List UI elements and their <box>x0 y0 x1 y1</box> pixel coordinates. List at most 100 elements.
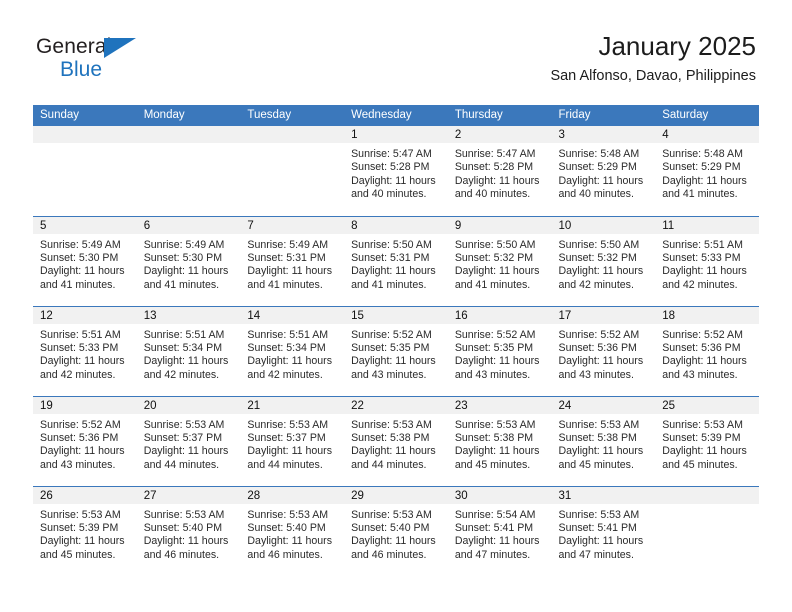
day-cell-14[interactable]: 14 Sunrise: 5:51 AM Sunset: 5:34 PM Dayligh… <box>240 305 345 396</box>
day-cell-30[interactable]: 30 Sunrise: 5:54 AM Sunset: 5:41 PM Dayligh… <box>447 485 552 576</box>
day-details: Sunrise: 5:50 AM Sunset: 5:32 PM Daylight:… <box>448 234 552 293</box>
day-cell-8[interactable]: 8 Sunrise: 5:50 AM Sunset: 5:31 PM Daylight… <box>344 215 448 306</box>
day-number <box>240 126 345 143</box>
calendar-grid: Sunday Monday Tuesday Wednesday Thursday Frid… <box>33 105 759 576</box>
sunrise-time: Sunrise: 5:53 AM <box>662 418 743 431</box>
day-cell-13[interactable]: 13 Sunrise: 5:51 AM Sunset: 5:34 PM Dayligh… <box>136 305 241 396</box>
daylight-duration-line2: and 45 minutes. <box>454 458 531 471</box>
daylight-duration-line2: and 42 minutes. <box>558 278 634 291</box>
sunset-time: Sunset: 5:30 PM <box>40 251 119 264</box>
day-cell-16[interactable]: 16 Sunrise: 5:52 AM Sunset: 5:35 PM Dayligh… <box>447 305 552 396</box>
day-cell-12[interactable]: 12 Sunrise: 5:51 AM Sunset: 5:33 PM Dayligh… <box>33 305 137 396</box>
sunrise-time: Sunrise: 5:53 AM <box>247 508 329 521</box>
daylight-duration-line2: and 44 minutes. <box>143 458 220 471</box>
daylight-duration-line2: and 42 minutes. <box>662 278 738 291</box>
calendar-week-row: 12 Sunrise: 5:51 AM Sunset: 5:33 PM Dayligh… <box>33 305 759 396</box>
daylight-duration-line2: and 40 minutes. <box>558 188 634 201</box>
day-cell-27[interactable]: 27 Sunrise: 5:53 AM Sunset: 5:40 PM Dayligh… <box>136 485 241 576</box>
day-details: Sunrise: 5:50 AM Sunset: 5:32 PM Daylight:… <box>552 234 656 293</box>
day-cell-4[interactable]: 4 Sunrise: 5:48 AM Sunset: 5:29 PM Daylight… <box>655 126 759 216</box>
daylight-duration-line1: Daylight: 11 hours <box>558 265 644 278</box>
day-number: 22 <box>344 396 448 414</box>
daylight-duration-line2: and 43 minutes. <box>351 368 427 381</box>
sunset-time: Sunset: 5:31 PM <box>247 251 326 264</box>
day-cell-25[interactable]: 25 Sunrise: 5:53 AM Sunset: 5:39 PM Dayligh… <box>655 395 759 486</box>
day-cell-7[interactable]: 7 Sunrise: 5:49 AM Sunset: 5:31 PM Daylight… <box>240 215 345 306</box>
day-details: Sunrise: 5:50 AM Sunset: 5:31 PM Daylight:… <box>344 234 448 293</box>
brand-logo[interactable]: General Blue <box>36 36 166 82</box>
daylight-duration-line2: and 41 minutes. <box>143 278 220 291</box>
calendar-week-row: 5 Sunrise: 5:49 AM Sunset: 5:30 PM Daylight… <box>33 215 759 306</box>
sunset-time: Sunset: 5:29 PM <box>558 161 637 174</box>
day-cell-15[interactable]: 15 Sunrise: 5:52 AM Sunset: 5:35 PM Dayligh… <box>344 305 448 396</box>
sunrise-time: Sunrise: 5:53 AM <box>351 418 432 431</box>
day-number: 15 <box>344 306 448 324</box>
day-details: Sunrise: 5:51 AM Sunset: 5:33 PM Daylight:… <box>33 324 137 383</box>
day-cell-23[interactable]: 23 Sunrise: 5:53 AM Sunset: 5:38 PM Dayligh… <box>447 395 552 486</box>
day-cell-10[interactable]: 10 Sunrise: 5:50 AM Sunset: 5:32 PM Dayligh… <box>551 215 656 306</box>
daylight-duration-line2: and 46 minutes. <box>143 548 220 561</box>
sunrise-time: Sunrise: 5:53 AM <box>558 508 640 521</box>
brand-logo-line1: General <box>36 36 166 58</box>
day-cell-1[interactable]: 1 Sunrise: 5:47 AM Sunset: 5:28 PM Daylight… <box>344 126 448 216</box>
day-cell-5[interactable]: 5 Sunrise: 5:49 AM Sunset: 5:30 PM Daylight… <box>33 215 137 306</box>
day-number: 27 <box>136 486 241 504</box>
daylight-duration-line1: Daylight: 11 hours <box>40 445 125 458</box>
sunrise-time: Sunrise: 5:52 AM <box>40 418 121 431</box>
day-number: 18 <box>655 306 759 324</box>
day-number: 6 <box>136 216 241 234</box>
day-cell-2[interactable]: 2 Sunrise: 5:47 AM Sunset: 5:28 PM Daylight… <box>447 126 552 216</box>
day-cell-21[interactable]: 21 Sunrise: 5:53 AM Sunset: 5:37 PM Dayligh… <box>240 395 345 486</box>
sunset-time: Sunset: 5:33 PM <box>662 251 741 264</box>
sunset-time: Sunset: 5:36 PM <box>40 431 119 444</box>
daylight-duration-line1: Daylight: 11 hours <box>247 265 333 278</box>
sunset-time: Sunset: 5:41 PM <box>558 521 637 534</box>
day-details: Sunrise: 5:48 AM Sunset: 5:29 PM Daylight:… <box>552 143 656 202</box>
day-number: 14 <box>240 306 345 324</box>
sunset-time: Sunset: 5:40 PM <box>247 521 326 534</box>
daylight-duration-line2: and 43 minutes. <box>662 368 738 381</box>
daylight-duration-line1: Daylight: 11 hours <box>143 355 229 368</box>
day-cell-11[interactable]: 11 Sunrise: 5:51 AM Sunset: 5:33 PM Dayligh… <box>655 215 759 306</box>
sunrise-time: Sunrise: 5:50 AM <box>454 238 536 251</box>
day-cell-31[interactable]: 31 Sunrise: 5:53 AM Sunset: 5:41 PM Dayligh… <box>551 485 656 576</box>
daylight-duration-line1: Daylight: 11 hours <box>247 445 333 458</box>
daylight-duration-line1: Daylight: 11 hours <box>40 355 125 368</box>
daylight-duration-line1: Daylight: 11 hours <box>143 265 229 278</box>
daylight-duration-line2: and 41 minutes. <box>454 278 531 291</box>
daylight-duration-line1: Daylight: 11 hours <box>662 265 747 278</box>
sunset-time: Sunset: 5:40 PM <box>143 521 223 534</box>
day-cell-26[interactable]: 26 Sunrise: 5:53 AM Sunset: 5:39 PM Dayligh… <box>33 485 137 576</box>
sunset-time: Sunset: 5:35 PM <box>351 341 430 354</box>
day-number <box>655 486 759 504</box>
day-cell-20[interactable]: 20 Sunrise: 5:53 AM Sunset: 5:37 PM Dayligh… <box>136 395 241 486</box>
day-details: Sunrise: 5:53 AM Sunset: 5:38 PM Daylight:… <box>344 414 448 473</box>
day-cell-28[interactable]: 28 Sunrise: 5:53 AM Sunset: 5:40 PM Dayligh… <box>240 485 345 576</box>
daylight-duration-line2: and 42 minutes. <box>40 368 116 381</box>
day-cell-3[interactable]: 3 Sunrise: 5:48 AM Sunset: 5:29 PM Daylight… <box>551 126 656 216</box>
day-number: 21 <box>240 396 345 414</box>
day-number: 2 <box>447 126 552 143</box>
sunset-time: Sunset: 5:28 PM <box>454 161 534 174</box>
title-block: January 2025 San Alfonso, Davao, Philipp… <box>550 30 756 85</box>
day-details: Sunrise: 5:51 AM Sunset: 5:33 PM Daylight:… <box>655 234 759 293</box>
calendar-body: 1 Sunrise: 5:47 AM Sunset: 5:28 PM Daylight… <box>33 126 759 576</box>
weekday-header-monday: Monday <box>136 105 241 126</box>
day-cell-22[interactable]: 22 Sunrise: 5:53 AM Sunset: 5:38 PM Dayligh… <box>344 395 448 486</box>
day-cell-18[interactable]: 18 Sunrise: 5:52 AM Sunset: 5:36 PM Dayligh… <box>655 305 759 396</box>
day-cell-24[interactable]: 24 Sunrise: 5:53 AM Sunset: 5:38 PM Dayligh… <box>551 395 656 486</box>
daylight-duration-line2: and 42 minutes. <box>143 368 220 381</box>
day-cell-9[interactable]: 9 Sunrise: 5:50 AM Sunset: 5:32 PM Daylight… <box>447 215 552 306</box>
sunset-time: Sunset: 5:36 PM <box>662 341 741 354</box>
daylight-duration-line2: and 46 minutes. <box>351 548 427 561</box>
daylight-duration-line1: Daylight: 11 hours <box>558 174 644 187</box>
day-cell-6[interactable]: 6 Sunrise: 5:49 AM Sunset: 5:30 PM Daylight… <box>136 215 241 306</box>
day-cell-19[interactable]: 19 Sunrise: 5:52 AM Sunset: 5:36 PM Dayligh… <box>33 395 137 486</box>
day-details: Sunrise: 5:53 AM Sunset: 5:40 PM Daylight:… <box>240 504 344 563</box>
sunrise-time: Sunrise: 5:53 AM <box>143 418 225 431</box>
day-cell-17[interactable]: 17 Sunrise: 5:52 AM Sunset: 5:36 PM Dayligh… <box>551 305 656 396</box>
day-cell-29[interactable]: 29 Sunrise: 5:53 AM Sunset: 5:40 PM Dayligh… <box>344 485 448 576</box>
sunrise-time: Sunrise: 5:49 AM <box>143 238 225 251</box>
day-number: 13 <box>136 306 241 324</box>
daylight-duration-line1: Daylight: 11 hours <box>662 355 747 368</box>
